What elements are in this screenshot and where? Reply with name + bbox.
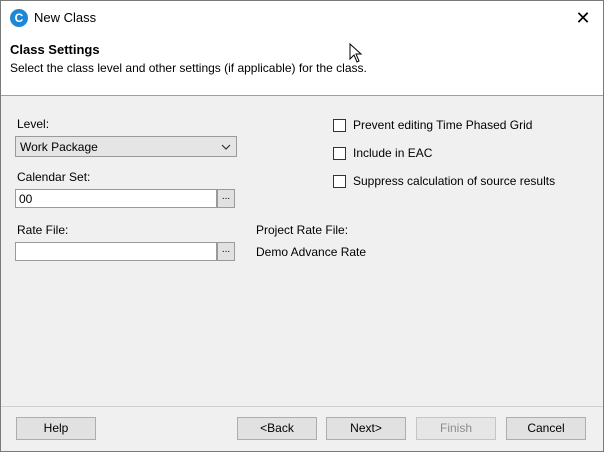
page-subtitle: Select the class level and other setting… bbox=[10, 61, 367, 75]
calendar-set-input[interactable]: 00 bbox=[15, 189, 217, 208]
rate-file-browse-button[interactable]: ... bbox=[217, 242, 235, 261]
finish-button[interactable]: Finish bbox=[416, 417, 496, 440]
calendar-set-value: 00 bbox=[19, 192, 33, 206]
level-label: Level: bbox=[17, 117, 50, 131]
back-button[interactable]: <Back bbox=[237, 417, 317, 440]
suppress-calculation-checkbox[interactable] bbox=[333, 175, 346, 188]
rate-file-label: Rate File: bbox=[17, 223, 69, 237]
wizard-header: Class Settings Select the class level an… bbox=[1, 35, 603, 96]
project-rate-file-label: Project Rate File: bbox=[256, 223, 349, 237]
project-rate-file-value: Demo Advance Rate bbox=[256, 245, 367, 259]
window-title: New Class bbox=[34, 10, 97, 25]
page-title: Class Settings bbox=[10, 42, 100, 57]
rate-file-input[interactable] bbox=[15, 242, 217, 261]
include-eac-label: Include in EAC bbox=[353, 146, 433, 160]
cancel-button[interactable]: Cancel bbox=[506, 417, 586, 440]
close-icon: ✕ bbox=[575, 8, 591, 28]
prevent-editing-checkbox[interactable] bbox=[333, 119, 346, 132]
mouse-pointer-icon bbox=[349, 43, 363, 63]
help-button[interactable]: Help bbox=[16, 417, 96, 440]
next-button[interactable]: Next> bbox=[326, 417, 406, 440]
footer-divider bbox=[1, 406, 603, 407]
level-dropdown[interactable]: Work Package bbox=[15, 136, 237, 157]
include-eac-checkbox[interactable] bbox=[333, 147, 346, 160]
level-value: Work Package bbox=[20, 140, 98, 154]
chevron-down-icon bbox=[221, 144, 231, 150]
calendar-browse-button[interactable]: ... bbox=[217, 189, 235, 208]
new-class-dialog: C New Class ✕ Class Settings Select the … bbox=[0, 0, 604, 452]
title-bar: C New Class ✕ bbox=[1, 1, 603, 35]
calendar-set-label: Calendar Set: bbox=[17, 170, 91, 184]
prevent-editing-label: Prevent editing Time Phased Grid bbox=[353, 118, 533, 132]
app-logo-icon: C bbox=[10, 9, 28, 27]
close-button[interactable]: ✕ bbox=[563, 1, 603, 35]
suppress-calculation-label: Suppress calculation of source results bbox=[353, 174, 556, 188]
